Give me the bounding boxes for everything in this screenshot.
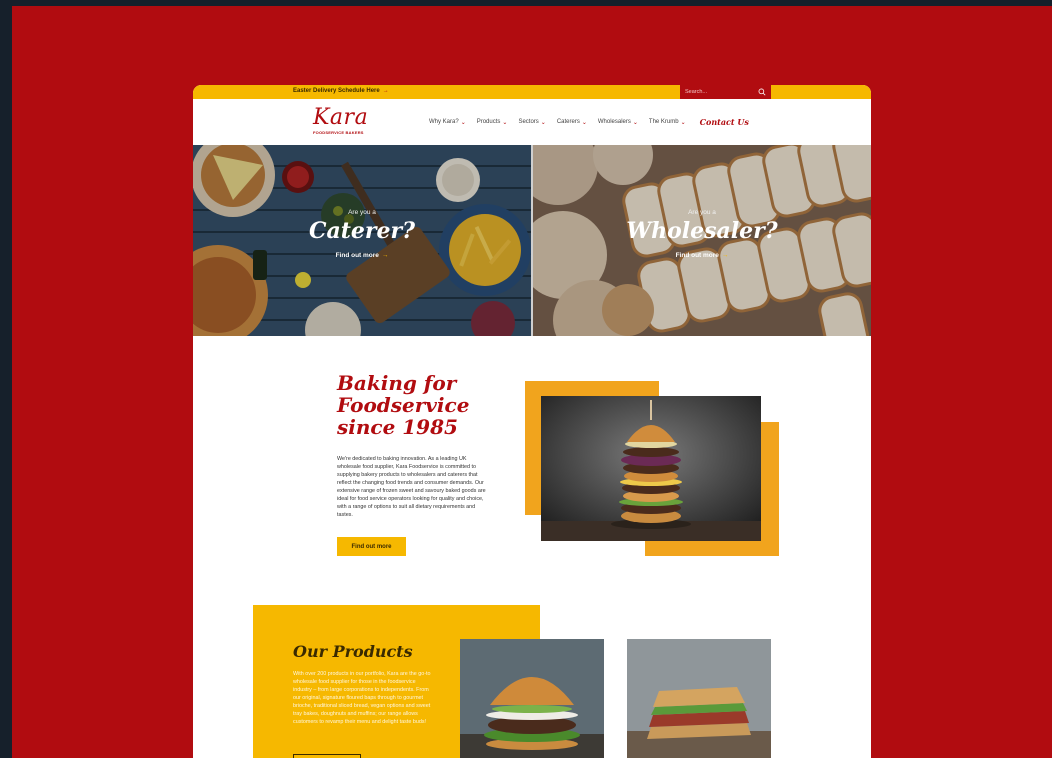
nav-item-products[interactable]: Products ⌄ (477, 119, 508, 126)
products-heading: Our Products (293, 642, 413, 661)
search-input[interactable] (685, 87, 755, 97)
logo-tagline: FOODSERVICE BAKERS (313, 130, 364, 135)
chevron-down-icon: ⌄ (540, 119, 546, 126)
caterer-hero-title: Caterer? (309, 218, 415, 244)
nav-contact-us[interactable]: Contact Us (700, 117, 749, 127)
wholesaler-hero-eyebrow: Are you a (688, 209, 716, 216)
search-icon[interactable] (758, 88, 766, 96)
product-image-burger[interactable] (460, 639, 604, 758)
announcement-bar: Easter Delivery Schedule Here → (193, 85, 871, 99)
sandwich-product-illustration (627, 639, 771, 758)
logo-wordmark: Kara (313, 105, 369, 130)
kara-logo[interactable]: Kara FOODSERVICE BAKERS (311, 105, 375, 137)
chevron-down-icon: ⌄ (502, 119, 508, 126)
arrow-right-icon: → (721, 252, 729, 259)
burger-illustration (541, 396, 761, 541)
about-body-text: We're dedicated to baking innovation. As… (337, 456, 486, 518)
chevron-down-icon: ⌄ (460, 119, 466, 126)
delivery-schedule-link[interactable]: Easter Delivery Schedule Here → (293, 88, 389, 94)
chevron-down-icon: ⌄ (581, 119, 587, 126)
nav-item-why-kara[interactable]: Why Kara? ⌄ (429, 119, 466, 126)
delivery-schedule-label: Easter Delivery Schedule Here (293, 88, 380, 94)
main-nav: Why Kara? ⌄ Products ⌄ Sectors ⌄ Caterers ⌄ … (429, 117, 749, 127)
website-mockup: Easter Delivery Schedule Here→ Kara FOOD… (193, 85, 871, 758)
hero-section: Are you a Caterer? Find out more → Are y… (193, 145, 871, 336)
caterer-find-out-more-link[interactable]: Find out more → (336, 252, 389, 259)
products-body-text: With over 200 products in our portfolio,… (293, 671, 431, 725)
nav-item-caterers[interactable]: Caterers ⌄ (557, 119, 587, 126)
site-header: Kara FOODSERVICE BAKERS Why Kara? ⌄ Produ… (193, 99, 871, 145)
product-image-sandwich[interactable] (627, 639, 771, 758)
about-heading: Baking for Foodservice since 1985 (337, 371, 470, 439)
caterer-hero-panel[interactable]: Are you a Caterer? Find out more → (193, 145, 531, 336)
chevron-down-icon: ⌄ (680, 119, 686, 126)
arrow-right-icon: → (382, 88, 389, 94)
search-box (680, 85, 771, 99)
products-view-button[interactable] (293, 754, 361, 758)
stacked-burger-photo (541, 396, 761, 541)
wholesaler-hero-panel[interactable]: Are you a Wholesaler? Find out more → (533, 145, 871, 336)
nav-item-wholesalers[interactable]: Wholesalers ⌄ (598, 119, 638, 126)
about-find-out-more-button[interactable]: Find out more (337, 537, 406, 556)
wholesaler-find-out-more-link[interactable]: Find out more → (676, 252, 729, 259)
arrow-right-icon: → (381, 252, 389, 259)
wholesaler-hero-text: Are you a Wholesaler? Find out more → (533, 209, 871, 262)
burger-product-illustration (460, 639, 604, 758)
nav-item-sectors[interactable]: Sectors ⌄ (518, 119, 545, 126)
caterer-hero-text: Are you a Caterer? Find out more → (193, 209, 531, 262)
wholesaler-hero-title: Wholesaler? (626, 218, 778, 244)
caterer-hero-eyebrow: Are you a (348, 209, 376, 216)
nav-item-the-krumb[interactable]: The Krumb ⌄ (649, 119, 686, 126)
chevron-down-icon: ⌄ (632, 119, 638, 126)
